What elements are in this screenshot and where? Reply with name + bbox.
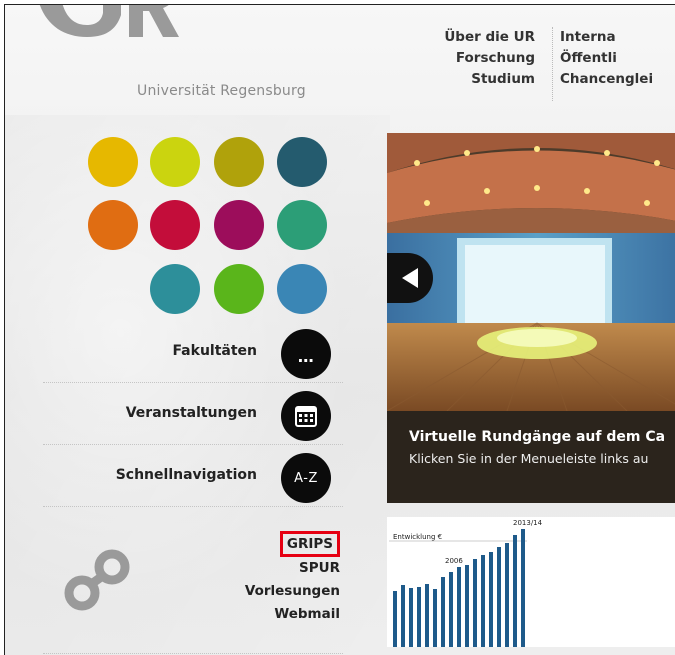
menu-row-events: Veranstaltungen xyxy=(43,383,343,445)
nav-link-research[interactable]: Forschung xyxy=(395,48,535,69)
image-slider[interactable]: Virtuelle Rundgänge auf dem Ca Klicken S… xyxy=(387,133,675,503)
faculty-dot-8[interactable] xyxy=(277,200,327,250)
nav-divider xyxy=(552,27,553,101)
grips-highlight: GRIPS xyxy=(279,531,340,557)
slider-caption-text: Klicken Sie in der Menueleiste links au xyxy=(409,451,649,466)
faculty-dot-4[interactable] xyxy=(277,137,327,187)
faculty-dot-2[interactable] xyxy=(150,137,200,187)
nav-link-public[interactable]: Öffentli xyxy=(560,48,675,69)
funding-teaser[interactable]: Entwicklung € 2006 2013/14 xyxy=(387,517,675,647)
events-label[interactable]: Veranstaltungen xyxy=(126,405,257,421)
nav-link-international[interactable]: Interna xyxy=(560,27,675,48)
link-lectures[interactable]: Vorlesungen xyxy=(195,580,340,603)
faculties-button[interactable]: … xyxy=(281,329,331,379)
teaser-label-start: 2006 xyxy=(445,557,463,565)
menu-row-quicknav: Schnellnavigation A-Z xyxy=(43,445,343,507)
page-frame: Universität Regensburg Über die UR Forsc… xyxy=(4,4,675,655)
faculty-dot-11[interactable] xyxy=(277,264,327,314)
teaser-label-end: 2013/14 xyxy=(513,519,543,527)
faculty-dot-5[interactable] xyxy=(88,200,138,250)
slider-caption: Virtuelle Rundgänge auf dem Ca Klicken S… xyxy=(387,411,675,503)
faculty-dot-7[interactable] xyxy=(214,200,264,250)
quicknav-button[interactable]: A-Z xyxy=(281,453,331,503)
link-spur[interactable]: SPUR xyxy=(195,557,340,580)
ur-logo-icon[interactable] xyxy=(25,4,185,65)
arrow-left-icon xyxy=(402,268,418,288)
nav-link-about[interactable]: Über die UR xyxy=(395,27,535,48)
events-button[interactable] xyxy=(281,391,331,441)
faculty-dot-3[interactable] xyxy=(214,137,264,187)
quick-links: GRIPS SPUR Vorlesungen Webmail xyxy=(195,531,340,626)
ellipsis-icon: … xyxy=(297,346,315,366)
faculty-dot-1[interactable] xyxy=(88,137,138,187)
link-chain-icon xyxy=(64,549,130,611)
teaser-chart-title: Entwicklung € xyxy=(393,533,442,541)
bar-graphic: Entwicklung € 2006 2013/14 xyxy=(389,519,543,647)
faculty-dot-9[interactable] xyxy=(150,264,200,314)
faculty-dot-10[interactable] xyxy=(214,264,264,314)
slider-caption-title[interactable]: Virtuelle Rundgänge auf dem Ca xyxy=(409,429,675,445)
nav-link-equality[interactable]: Chancenglei xyxy=(560,69,675,90)
topnav-column-1: Über die UR Forschung Studium xyxy=(395,27,535,90)
link-webmail[interactable]: Webmail xyxy=(195,603,340,626)
faculty-dot-6[interactable] xyxy=(150,200,200,250)
menu-row-faculties: Fakultäten … xyxy=(43,321,343,383)
teaser-bars xyxy=(393,529,525,647)
logo-subtitle: Universität Regensburg xyxy=(137,83,306,99)
quicknav-label[interactable]: Schnellnavigation xyxy=(116,467,257,483)
topnav-column-2: Interna Öffentli Chancenglei xyxy=(560,27,675,90)
divider xyxy=(43,653,343,654)
calendar-icon xyxy=(295,406,317,427)
nav-link-studies[interactable]: Studium xyxy=(395,69,535,90)
link-grips[interactable]: GRIPS xyxy=(195,531,340,557)
faculties-label[interactable]: Fakultäten xyxy=(172,343,257,359)
az-icon: A-Z xyxy=(294,470,318,486)
